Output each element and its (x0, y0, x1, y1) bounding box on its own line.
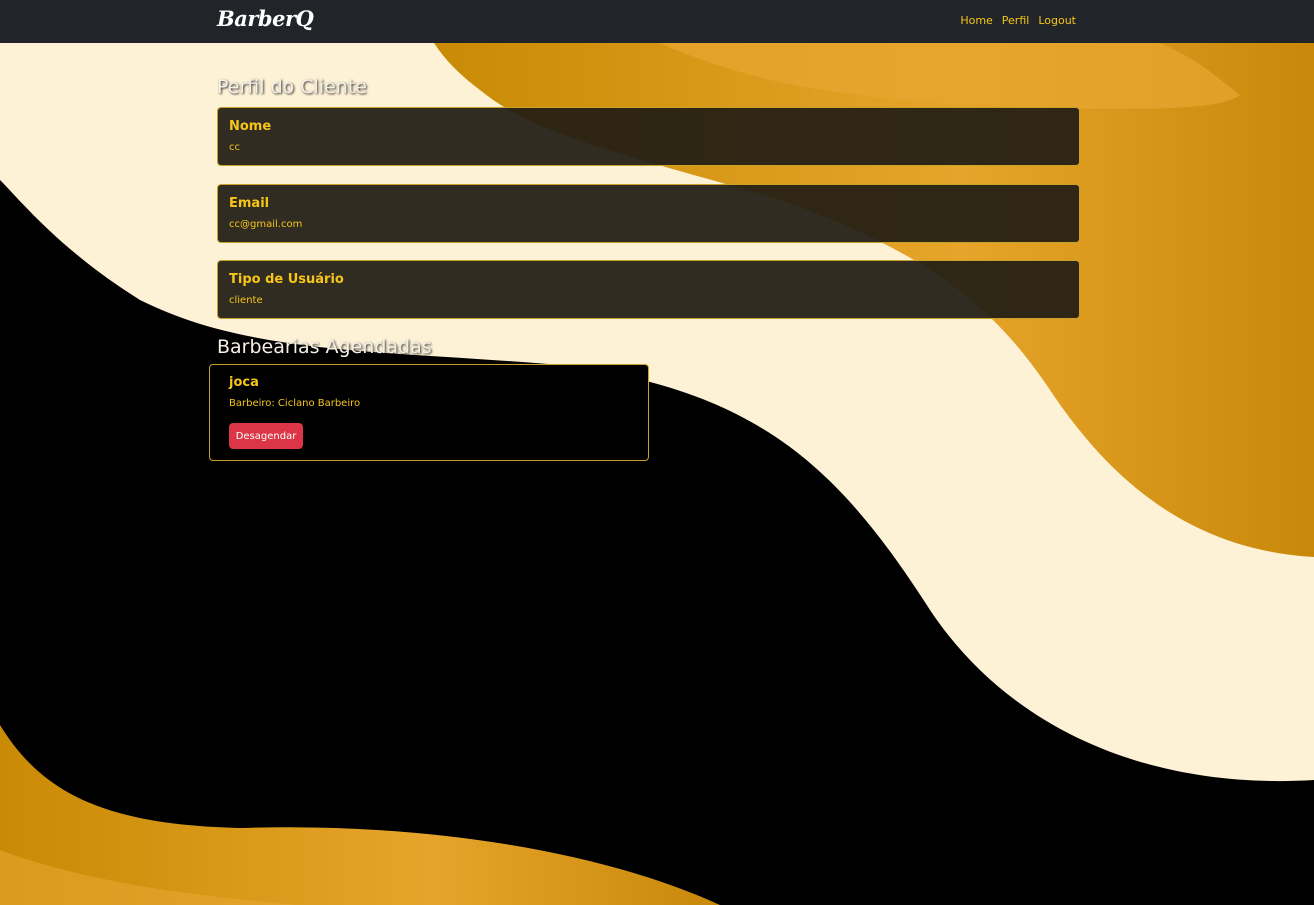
nav-link-home[interactable]: Home (960, 14, 992, 27)
appointments-title: Barbearias Agendadas (217, 336, 432, 358)
appointment-card: joca Barbeiro: Ciclano Barbeiro Desagend… (209, 364, 649, 461)
brand-logo[interactable]: BarberQ (217, 6, 314, 31)
card-value: cc (229, 142, 240, 153)
navbar: BarberQ Home Perfil Logout (0, 0, 1314, 43)
card-label: Email (229, 196, 270, 211)
profile-card-email: Email cc@gmail.com (217, 184, 1080, 243)
nav-link-logout[interactable]: Logout (1038, 14, 1076, 27)
nav-link-perfil[interactable]: Perfil (1002, 14, 1030, 27)
barber-name: Barbeiro: Ciclano Barbeiro (229, 398, 361, 409)
unschedule-button[interactable]: Desagendar (229, 423, 303, 449)
card-value: cc@gmail.com (229, 219, 303, 230)
card-value: cliente (229, 295, 263, 306)
profile-card-user-type: Tipo de Usuário cliente (217, 260, 1080, 319)
card-label: Tipo de Usuário (229, 272, 344, 287)
card-label: Nome (229, 119, 272, 134)
profile-card-name: Nome cc (217, 107, 1080, 166)
nav-links: Home Perfil Logout (960, 14, 1076, 27)
barbershop-name: joca (229, 375, 259, 390)
profile-title: Perfil do Cliente (217, 76, 367, 98)
